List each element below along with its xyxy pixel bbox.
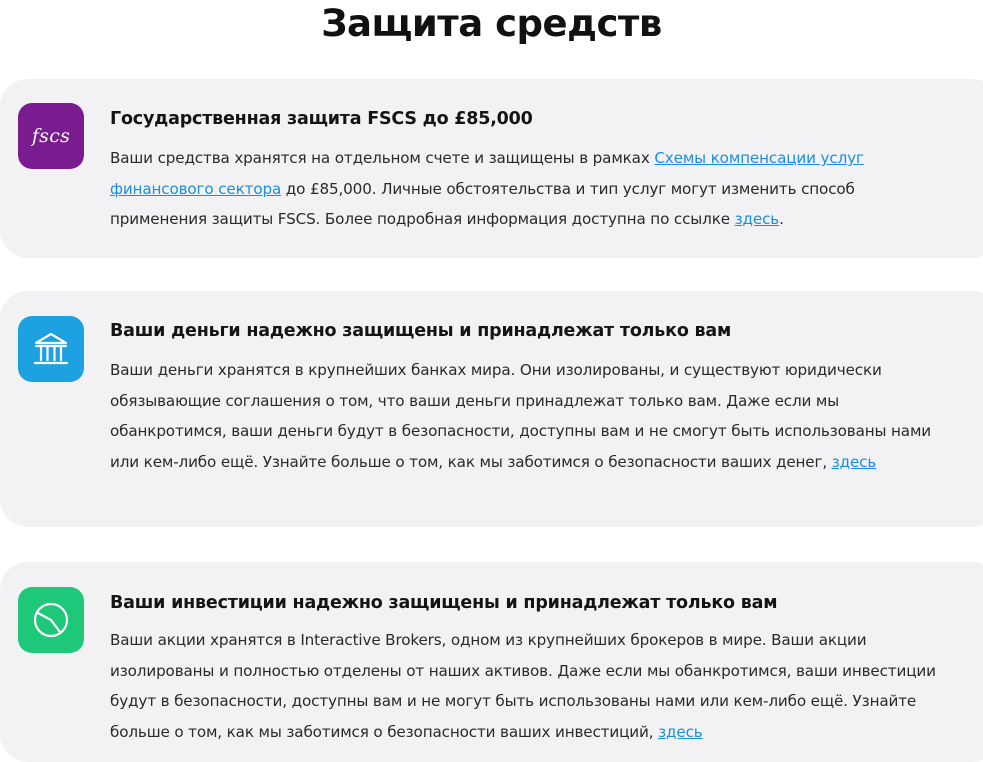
card-body-text: Ваши деньги хранятся в крупнейших банках… (110, 361, 931, 471)
card-body: Ваши деньги хранятся в крупнейших банках… (110, 355, 955, 477)
fscs-here-link[interactable]: здесь (735, 210, 780, 228)
card-title: Государственная защита FSCS до £85,000 (110, 109, 533, 129)
card-body: Ваши средства хранятся на отдельном счет… (110, 143, 955, 235)
fscs-logo-text: fscs (31, 125, 71, 147)
fscs-logo-icon: fscs (18, 103, 84, 169)
card-title: Ваши инвестиции надежно защищены и прина… (110, 593, 778, 613)
page-title: Защита средств (321, 2, 662, 45)
money-protection-card: Ваши деньги надежно защищены и принадлеж… (0, 291, 983, 527)
bank-icon (18, 316, 84, 382)
investments-here-link[interactable]: здесь (658, 723, 703, 741)
fscs-protection-card: fscs Государственная защита FSCS до £85,… (0, 79, 983, 258)
money-here-link[interactable]: здесь (832, 453, 877, 471)
card-body-text: Ваши акции хранятся в Interactive Broker… (110, 631, 936, 741)
pie-chart-icon (18, 587, 84, 653)
card-title: Ваши деньги надежно защищены и принадлеж… (110, 321, 732, 341)
card-body-text: . (779, 210, 784, 228)
investments-protection-card: Ваши инвестиции надежно защищены и прина… (0, 562, 983, 762)
card-body: Ваши акции хранятся в Interactive Broker… (110, 625, 955, 747)
card-body-text: Ваши средства хранятся на отдельном счет… (110, 149, 655, 167)
